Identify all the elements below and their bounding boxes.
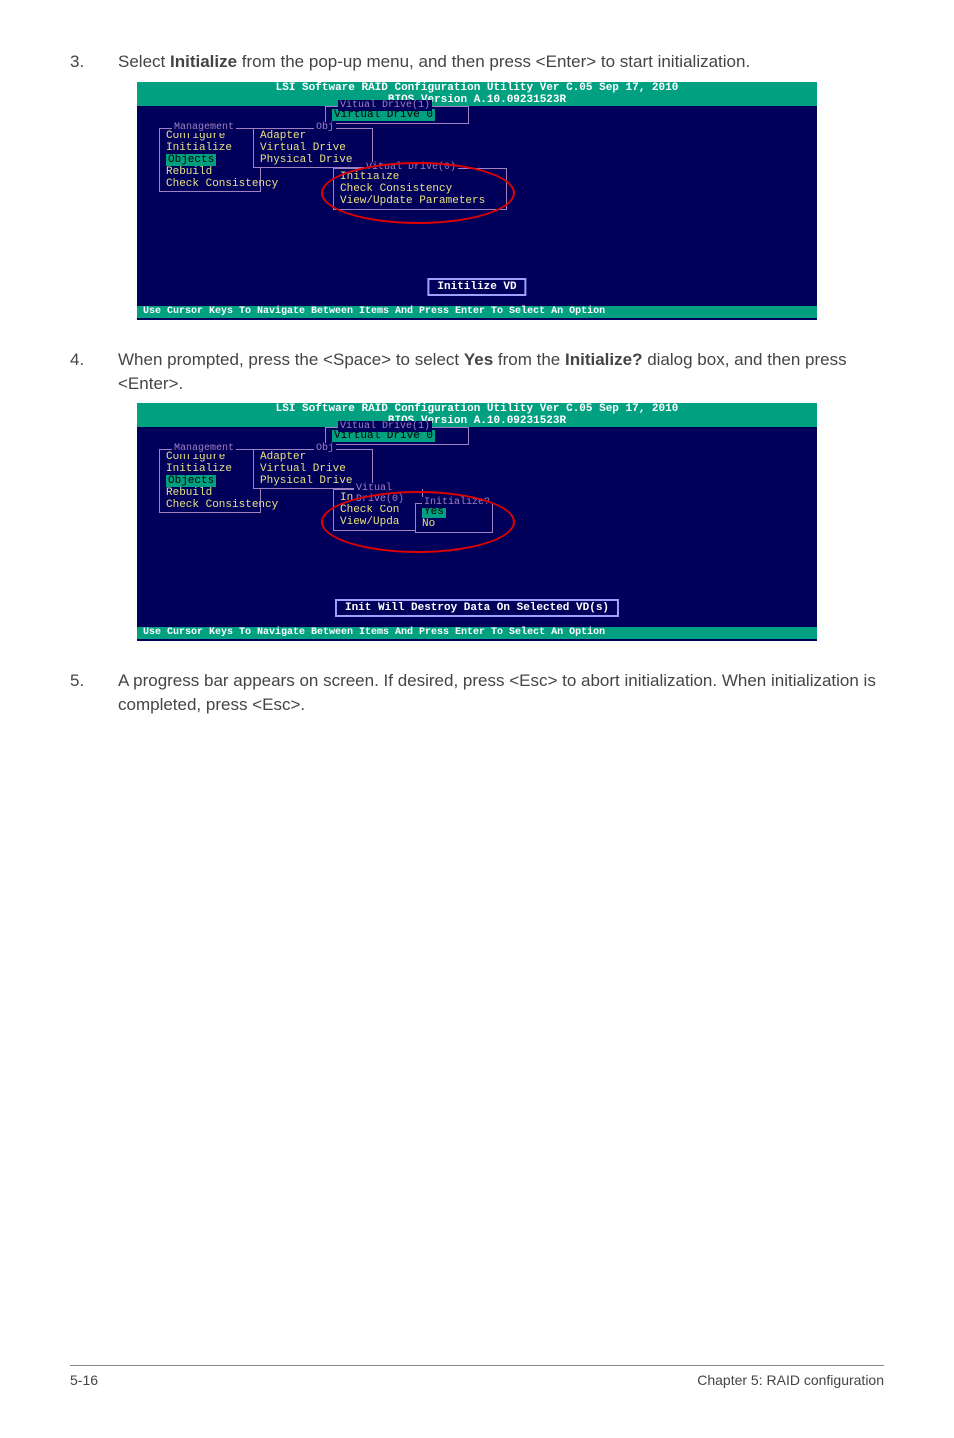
bios2-footer: Use Cursor Keys To Navigate Between Item… [137,627,817,639]
vd0-item-1: Check Consistency [340,183,500,195]
bios1-status: Initilize VD [427,278,526,296]
obj-item-adapter: Adapter [260,451,366,463]
step-3: 3. Select Initialize from the pop-up men… [70,50,884,74]
vd0-box: Vitual Drive(0) Initialze Check Con View… [333,489,423,531]
mgmt-item-initialize: Initialize [166,463,254,475]
mgmt-item-objects: Objects [166,475,216,487]
mgmt-item-check: Check Consistency [166,499,254,511]
initialize-dialog: Initialize? Yes No [415,503,493,533]
bios1-title: LSI Software RAID Configuration Utility … [137,82,817,106]
bios2-status: Init Will Destroy Data On Selected VD(s) [335,599,619,617]
obj-item-adapter: Adapter [260,130,366,142]
mgmt-item-rebuild: Rebuild [166,487,254,499]
vd0-item-1: Check Con [340,504,416,516]
vd0-box: Vitual Drive(0) Initialze Check Consiste… [333,168,507,210]
init-no: No [422,518,486,530]
vd0-item-2: View/Update Parameters [340,195,500,207]
step-5: 5. A progress bar appears on screen. If … [70,669,884,717]
mgmt-item-initialize: Initialize [166,142,254,154]
vd0-item-2: View/Upda [340,516,416,528]
obj-item-vdrive: Virtual Drive [260,463,366,475]
step-4: 4. When prompted, press the <Space> to s… [70,348,884,396]
step-5-number: 5. [70,669,118,717]
management-box: Management Configure Initialize Objects … [159,128,261,192]
step-4-number: 4. [70,348,118,396]
obj-item-vdrive: Virtual Drive [260,142,366,154]
bios-screenshot-1: LSI Software RAID Configuration Utility … [137,82,817,320]
mgmt-item-check: Check Consistency [166,178,254,190]
mgmt-item-rebuild: Rebuild [166,166,254,178]
page-footer: 5-16 Chapter 5: RAID configuration [70,1365,884,1388]
page-number: 5-16 [70,1372,98,1388]
step-3-text: Select Initialize from the pop-up menu, … [118,50,884,74]
mgmt-item-objects: Objects [166,154,216,166]
obj-box: Obj Adapter Virtual Drive Physical Drive [253,128,373,168]
management-box: Management Configure Initialize Objects … [159,449,261,513]
obj-item-pdrive: Physical Drive [260,475,366,487]
obj-item-pdrive: Physical Drive [260,154,366,166]
bios2-title: LSI Software RAID Configuration Utility … [137,403,817,427]
chapter-label: Chapter 5: RAID configuration [697,1372,884,1388]
bios1-footer: Use Cursor Keys To Navigate Between Item… [137,306,817,318]
step-5-text: A progress bar appears on screen. If des… [118,669,884,717]
vd1-box: Vitual Drive(1) Virtual Drive 0 [325,427,469,445]
step-3-number: 3. [70,50,118,74]
vd1-box: Vitual Drive(1) Virtual Drive 0 [325,106,469,124]
step-4-text: When prompted, press the <Space> to sele… [118,348,884,396]
bios-screenshot-2: LSI Software RAID Configuration Utility … [137,403,817,641]
